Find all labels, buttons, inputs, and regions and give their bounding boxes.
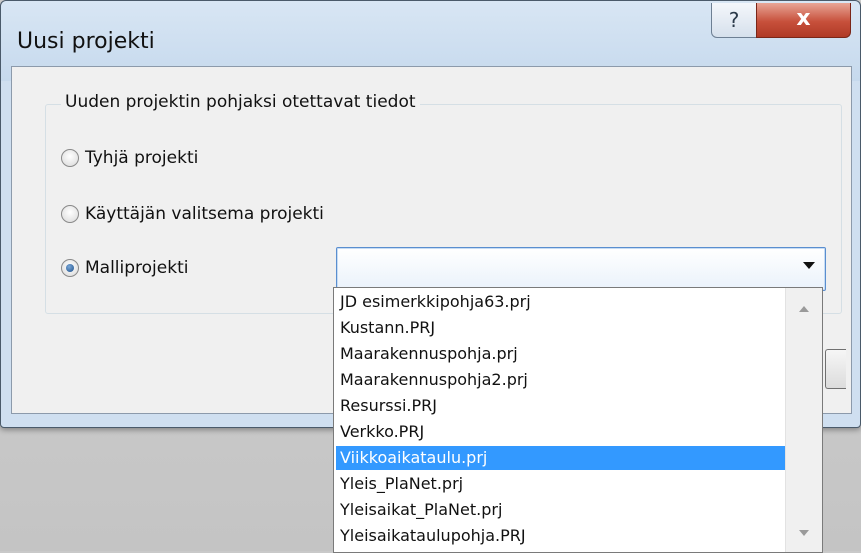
radio-checked-dot <box>66 264 74 272</box>
radio-empty-project[interactable]: Tyhjä projekti <box>61 148 198 168</box>
help-icon: ? <box>728 8 740 32</box>
radio-button[interactable] <box>61 205 79 223</box>
list-item[interactable]: JD esimerkkipohja63.prj <box>336 290 788 314</box>
template-combobox[interactable] <box>336 247 826 291</box>
dialog-button-partial[interactable] <box>825 349 846 389</box>
close-icon: x <box>796 6 811 31</box>
radio-button[interactable] <box>61 149 79 167</box>
list-item[interactable]: Kustann.PRJ <box>336 316 788 340</box>
chevron-down-icon[interactable] <box>803 262 815 269</box>
scroll-down-arrow-icon[interactable] <box>799 530 809 536</box>
list-item[interactable]: Verkko.PRJ <box>336 420 788 444</box>
list-item[interactable]: Yleisaikataulupohja.PRJ <box>336 524 788 548</box>
list-item[interactable]: Resurssi.PRJ <box>336 394 788 418</box>
radio-label-user-selected: Käyttäjän valitsema projekti <box>85 204 324 224</box>
radio-user-selected-project[interactable]: Käyttäjän valitsema projekti <box>61 204 324 224</box>
groupbox-label: Uuden projektin pohjaksi otettavat tiedo… <box>61 92 420 112</box>
radio-label-empty: Tyhjä projekti <box>85 148 199 168</box>
radio-button-checked[interactable] <box>61 259 79 277</box>
list-item[interactable]: Yleisaikat_PlaNet.prj <box>336 498 788 522</box>
window-title: Uusi projekti <box>17 29 155 54</box>
help-button[interactable]: ? <box>711 3 757 38</box>
list-item[interactable]: Yleis_PlaNet.prj <box>336 472 788 496</box>
radio-template-project[interactable]: Malliprojekti <box>61 258 188 278</box>
scroll-up-arrow-icon[interactable] <box>799 306 809 312</box>
radio-label-template: Malliprojekti <box>85 258 189 278</box>
list-item[interactable]: Maarakennuspohja2.prj <box>336 368 788 392</box>
close-button[interactable]: x <box>756 3 851 38</box>
list-item[interactable]: Maarakennuspohja.prj <box>336 342 788 366</box>
template-dropdown-list[interactable]: JD esimerkkipohja63.prj Kustann.PRJ Maar… <box>333 287 823 553</box>
list-item-selected[interactable]: Viikkoaikataulu.prj <box>336 446 788 470</box>
dropdown-scrollbar[interactable] <box>785 288 822 552</box>
